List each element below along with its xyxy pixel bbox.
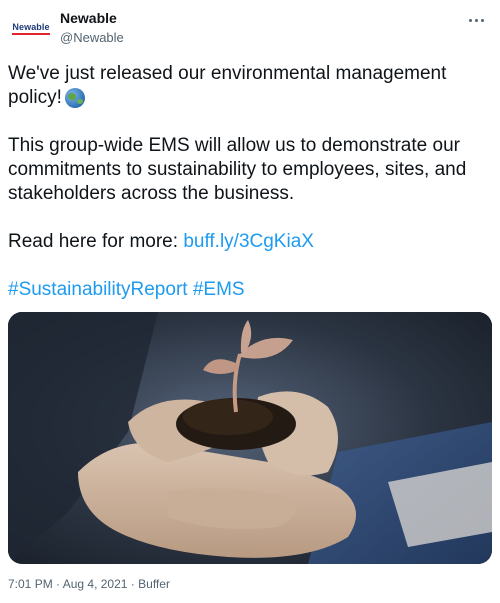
meta-separator: · (56, 577, 61, 591)
author-names: Newable @Newable (60, 10, 124, 46)
tweet-date[interactable]: Aug 4, 2021 (63, 577, 128, 591)
tweet: Newable Newable @Newable We've just rele… (0, 0, 500, 603)
avatar[interactable]: Newable (8, 6, 54, 50)
tweet-header: Newable Newable @Newable (8, 6, 492, 50)
tweet-source[interactable]: Buffer (138, 577, 170, 591)
handle[interactable]: @Newable (60, 29, 124, 46)
hands-seedling-image (8, 312, 492, 564)
more-dot-icon (468, 18, 472, 22)
tweet-line1: We've just released our environmental ma… (8, 63, 447, 84)
tweet-time[interactable]: 7:01 PM (8, 577, 53, 591)
tweet-text: We've just released our environmental ma… (8, 62, 492, 302)
tweet-paragraph2: This group-wide EMS will allow us to dem… (8, 135, 467, 204)
avatar-logo: Newable (12, 22, 50, 35)
display-name[interactable]: Newable (60, 10, 124, 27)
globe-icon (64, 88, 85, 108)
hashtag-sustainability-report[interactable]: #SustainabilityReport (8, 279, 188, 300)
tweet-meta: 7:01 PM · Aug 4, 2021 · Buffer (8, 576, 170, 592)
tweet-media-image[interactable] (8, 312, 492, 564)
more-dot-icon (480, 18, 484, 22)
more-dot-icon (474, 18, 478, 22)
tweet-line2-text: policy! (8, 87, 62, 108)
read-more-prefix: Read here for more: (8, 231, 184, 252)
tweet-read-more: Read here for more: buff.ly/3CgKiaX (8, 230, 492, 254)
meta-separator: · (130, 577, 135, 591)
hashtag-ems[interactable]: #EMS (193, 279, 245, 300)
tweet-line2: policy! (8, 86, 492, 110)
tweet-link[interactable]: buff.ly/3CgKiaX (183, 231, 314, 252)
more-options-button[interactable] (462, 10, 490, 30)
tweet-hashtags: #SustainabilityReport #EMS (8, 278, 492, 302)
